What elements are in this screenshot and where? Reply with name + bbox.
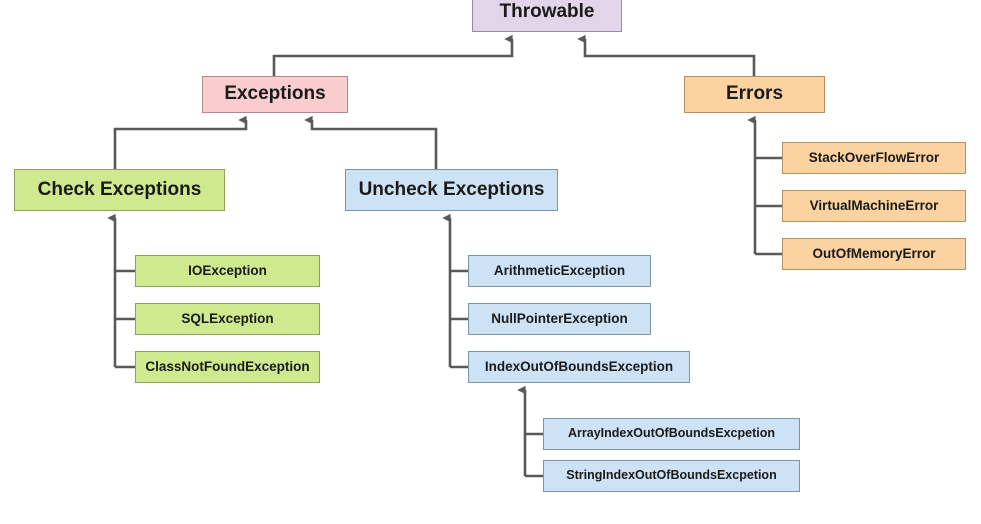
node-check-exceptions[interactable]: Check Exceptions <box>14 169 225 211</box>
edge-uncheck-to-exceptions <box>304 115 438 169</box>
node-sqlexception[interactable]: SQLException <box>135 303 320 335</box>
node-stringindexoutofboundsexcpetion[interactable]: StringIndexOutOfBoundsExcpetion <box>543 460 800 492</box>
node-errors[interactable]: Errors <box>684 76 825 113</box>
node-outofmemoryerror[interactable]: OutOfMemoryError <box>782 238 966 270</box>
node-throwable[interactable]: Throwable <box>472 0 622 32</box>
exception-hierarchy-diagram: Throwable Exceptions Errors Check Exception… <box>0 0 981 524</box>
node-uncheck-exceptions[interactable]: Uncheck Exceptions <box>345 169 558 211</box>
node-indexoutofboundsexception[interactable]: IndexOutOfBoundsException <box>468 351 690 383</box>
node-nullpointerexception[interactable]: NullPointerException <box>468 303 651 335</box>
edge-check-to-exceptions <box>113 115 248 169</box>
node-arithmeticexception[interactable]: ArithmeticException <box>468 255 651 287</box>
node-classnotfoundexception[interactable]: ClassNotFoundException <box>135 351 320 383</box>
node-stackoverflowerror[interactable]: StackOverFlowError <box>782 142 966 174</box>
node-ioexception[interactable]: IOException <box>135 255 320 287</box>
node-virtualmachineerror[interactable]: VirtualMachineError <box>782 190 966 222</box>
edge-exceptions-to-throwable <box>272 34 514 76</box>
node-exceptions[interactable]: Exceptions <box>202 76 348 113</box>
node-arrayindexoutofboundsexcpetion[interactable]: ArrayIndexOutOfBoundsExcpetion <box>543 418 800 450</box>
edge-errors-to-throwable <box>577 34 756 76</box>
